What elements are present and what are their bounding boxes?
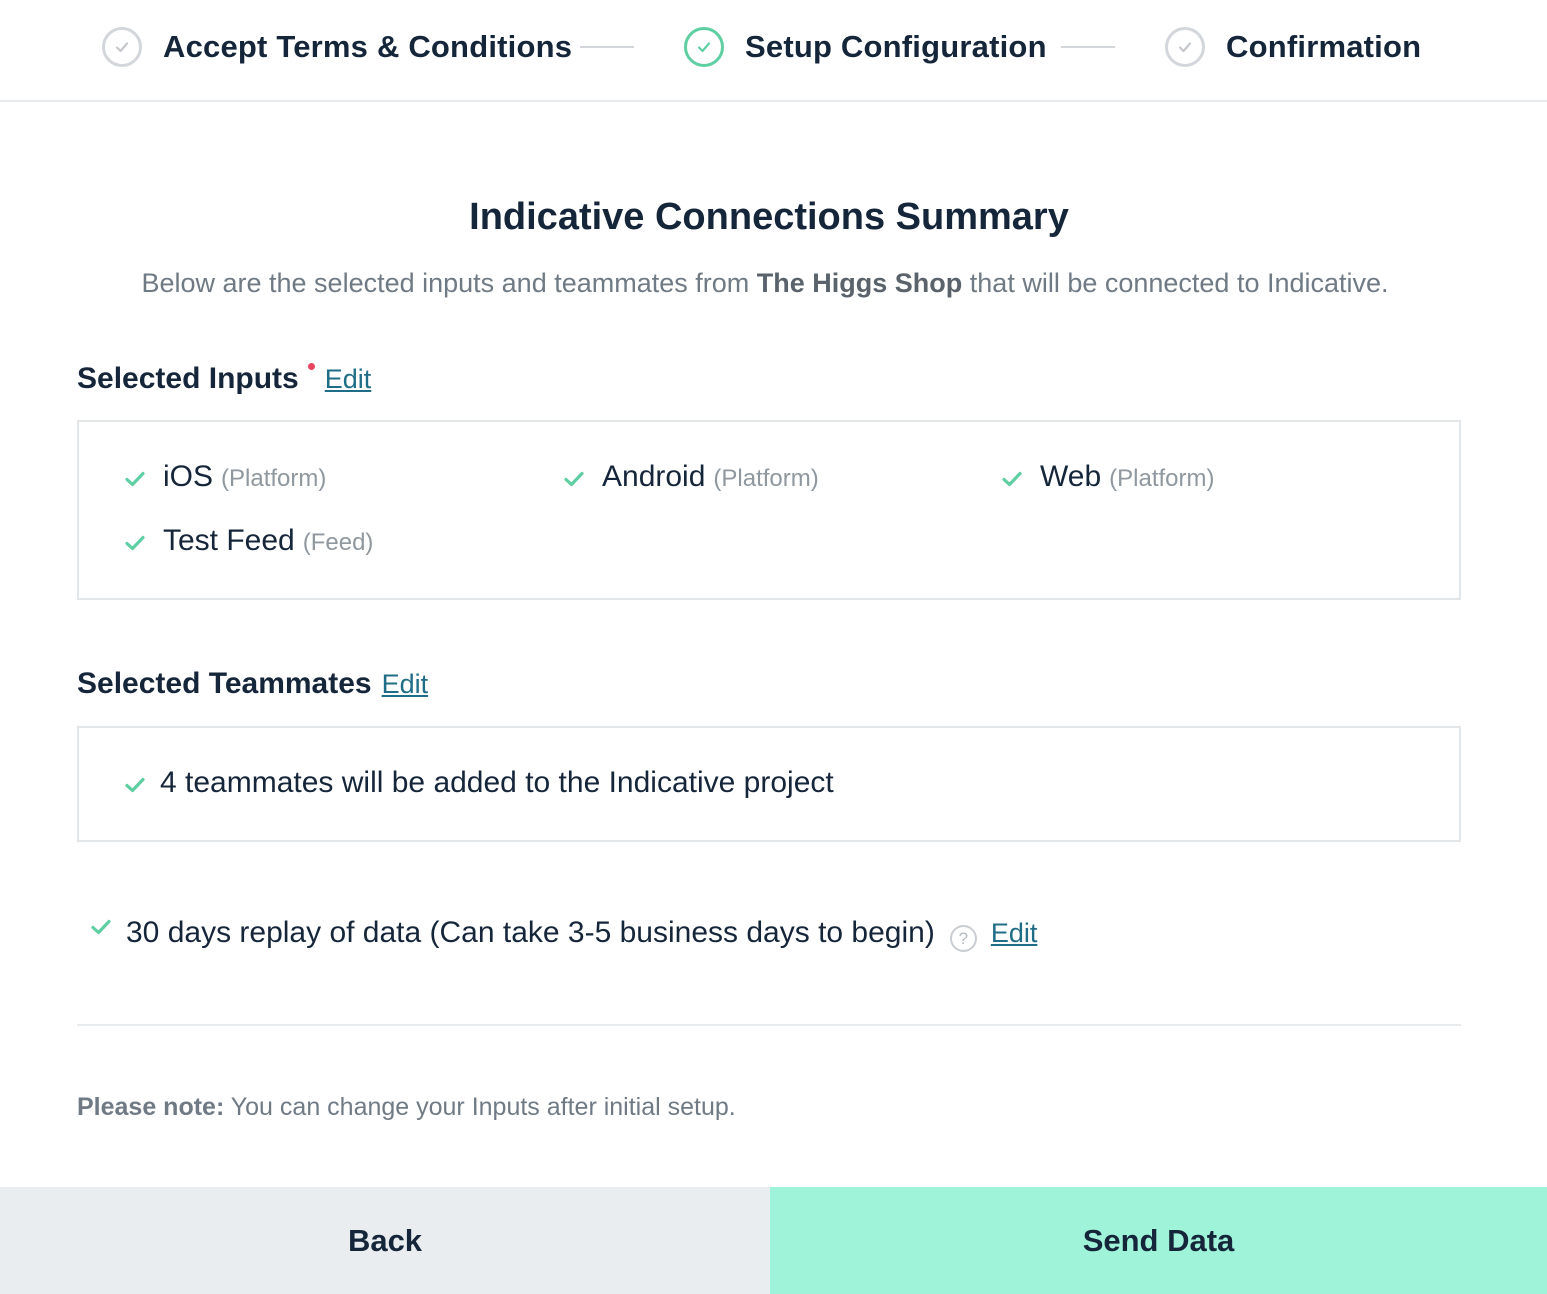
page-title: Indicative Connections Summary (469, 196, 1069, 238)
input-type: (Platform) (713, 465, 819, 492)
step-connector (1061, 46, 1115, 48)
wizard-stepper: Accept Terms & Conditions Setup Configur… (0, 0, 1547, 102)
teammates-summary-item: 4 teammates will be added to the Indicat… (124, 766, 834, 800)
input-name: Android (602, 460, 706, 493)
teammates-summary-text: 4 teammates will be added to the Indicat… (160, 766, 834, 799)
input-name: iOS (163, 460, 214, 493)
input-item: Android (Platform) (563, 460, 819, 494)
edit-replay-link[interactable]: Edit (991, 918, 1038, 949)
input-name: Test Feed (163, 524, 295, 557)
check-icon (1002, 471, 1022, 487)
note-label: Please note: (77, 1093, 225, 1121)
step-label: Setup Configuration (745, 29, 1047, 64)
input-name: Web (1040, 460, 1102, 493)
data-replay-item: 30 days replay of data (Can take 3-5 bus… (90, 916, 1038, 952)
input-item: iOS (Platform) (124, 460, 326, 494)
section-title: Selected Inputs (77, 362, 299, 395)
step-connector (580, 46, 634, 48)
page-subtitle: Below are the selected inputs and teamma… (0, 268, 1530, 299)
check-circle-icon (684, 27, 724, 67)
note-text: You can change your Inputs after initial… (224, 1093, 736, 1121)
check-circle-icon (1165, 27, 1205, 67)
edit-inputs-link[interactable]: Edit (325, 364, 372, 395)
subtitle-text: that will be connected to Indicative. (962, 268, 1389, 298)
required-indicator (307, 363, 315, 370)
input-type: (Platform) (1109, 465, 1215, 492)
check-icon (91, 919, 111, 935)
input-item: Test Feed (Feed) (124, 524, 373, 558)
section-title: Selected Teammates (77, 667, 372, 700)
help-icon[interactable]: ? (949, 925, 977, 952)
step-setup-configuration[interactable]: Setup Configuration (684, 26, 1047, 68)
setup-note: Please note: You can change your Inputs … (77, 1093, 736, 1122)
check-icon (125, 471, 145, 487)
edit-teammates-link[interactable]: Edit (382, 669, 429, 700)
shop-name: The Higgs Shop (756, 268, 963, 298)
divider (77, 1024, 1461, 1026)
step-label: Accept Terms & Conditions (163, 29, 573, 64)
check-circle-icon (102, 27, 142, 67)
subtitle-text: Below are the selected inputs and teamma… (141, 268, 757, 298)
selected-teammates-box: 4 teammates will be added to the Indicat… (77, 726, 1461, 842)
setup-summary-page: Accept Terms & Conditions Setup Configur… (0, 0, 1547, 1294)
selected-inputs-heading: Selected Inputs Edit (77, 362, 371, 396)
input-type: (Feed) (302, 529, 374, 556)
step-confirmation[interactable]: Confirmation (1165, 26, 1421, 68)
selected-inputs-box: iOS (Platform) Android (Platform) Web (P… (77, 420, 1461, 600)
check-icon (125, 777, 145, 793)
step-label: Confirmation (1226, 29, 1422, 64)
data-replay-text: 30 days replay of data (Can take 3-5 bus… (126, 916, 935, 949)
back-button[interactable]: Back (0, 1187, 770, 1294)
check-icon (125, 535, 145, 551)
input-item: Web (Platform) (1001, 460, 1215, 494)
input-type: (Platform) (221, 465, 327, 492)
check-icon (564, 471, 584, 487)
step-accept-terms[interactable]: Accept Terms & Conditions (102, 26, 572, 68)
selected-teammates-heading: Selected Teammates Edit (77, 667, 428, 701)
send-data-button[interactable]: Send Data (770, 1187, 1547, 1294)
